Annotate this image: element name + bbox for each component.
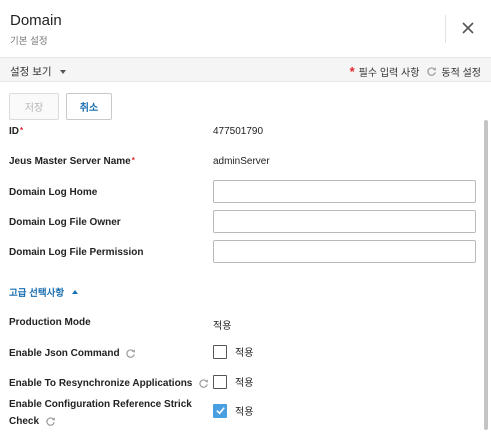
- sync-icon: [199, 379, 209, 388]
- sync-icon: [427, 67, 437, 76]
- save-button[interactable]: 저장: [9, 93, 59, 120]
- required-star-icon: *: [20, 126, 24, 135]
- id-label: ID*: [9, 126, 24, 137]
- resync-checkbox[interactable]: [213, 374, 227, 389]
- production-mode-value: 적용: [213, 321, 232, 332]
- log-home-label: Domain Log Home: [9, 187, 98, 198]
- json-command-label: Enable Json Command: [9, 348, 136, 359]
- config-ref-label-line1: Enable Configuration Reference Strick: [9, 399, 192, 410]
- view-toolbar: 설정 보기 * 필수 입력 사항 동적 설정: [0, 58, 491, 82]
- master-server-label: Jeus Master Server Name*: [9, 156, 135, 167]
- sync-icon: [46, 417, 55, 426]
- required-legend-label: 필수 입력 사항: [358, 68, 420, 79]
- resync-option-label: 적용: [235, 378, 254, 389]
- view-settings-dropdown[interactable]: 설정 보기: [10, 64, 66, 79]
- json-command-checkbox[interactable]: [213, 344, 227, 359]
- field-legend: * 필수 입력 사항 동적 설정: [349, 63, 481, 80]
- log-permission-label: Domain Log File Permission: [9, 247, 144, 258]
- required-star-icon: *: [349, 63, 355, 79]
- log-home-input[interactable]: [213, 180, 476, 203]
- required-star-icon: *: [131, 156, 135, 165]
- header-divider: [445, 15, 446, 43]
- dynamic-legend-label: 동적 설정: [441, 68, 481, 79]
- dialog-title: Domain: [10, 12, 62, 29]
- dialog-header: Domain 기본 설정: [0, 0, 491, 58]
- cancel-button[interactable]: 취소: [66, 93, 112, 120]
- close-button[interactable]: [456, 16, 480, 40]
- id-value: 477501790: [213, 126, 264, 137]
- advanced-options-label: 고급 선택사항: [9, 288, 65, 299]
- checkmark-icon: [215, 407, 225, 415]
- log-permission-input[interactable]: [213, 240, 476, 263]
- scrollbar[interactable]: [484, 120, 488, 430]
- view-settings-label: 설정 보기: [10, 66, 52, 78]
- dialog-subtitle: 기본 설정: [10, 36, 48, 47]
- sync-icon: [126, 349, 136, 358]
- close-icon: [462, 22, 474, 34]
- chevron-up-icon: [72, 290, 79, 294]
- log-owner-label: Domain Log File Owner: [9, 217, 121, 228]
- master-server-value: adminServer: [213, 156, 270, 167]
- config-ref-checkbox[interactable]: [213, 403, 227, 418]
- resync-option: 적용: [213, 374, 253, 389]
- log-owner-input[interactable]: [213, 210, 476, 233]
- production-mode-label: Production Mode: [9, 317, 91, 328]
- resync-label: Enable To Resynchronize Applications: [9, 378, 209, 389]
- json-command-option-label: 적용: [235, 348, 254, 359]
- chevron-down-icon: [59, 69, 66, 74]
- config-ref-label-line2: Check: [9, 416, 56, 427]
- config-ref-option-label: 적용: [235, 407, 254, 418]
- json-command-option: 적용: [213, 344, 253, 359]
- advanced-options-toggle[interactable]: 고급 선택사항: [9, 285, 79, 299]
- config-ref-option: 적용: [213, 403, 253, 418]
